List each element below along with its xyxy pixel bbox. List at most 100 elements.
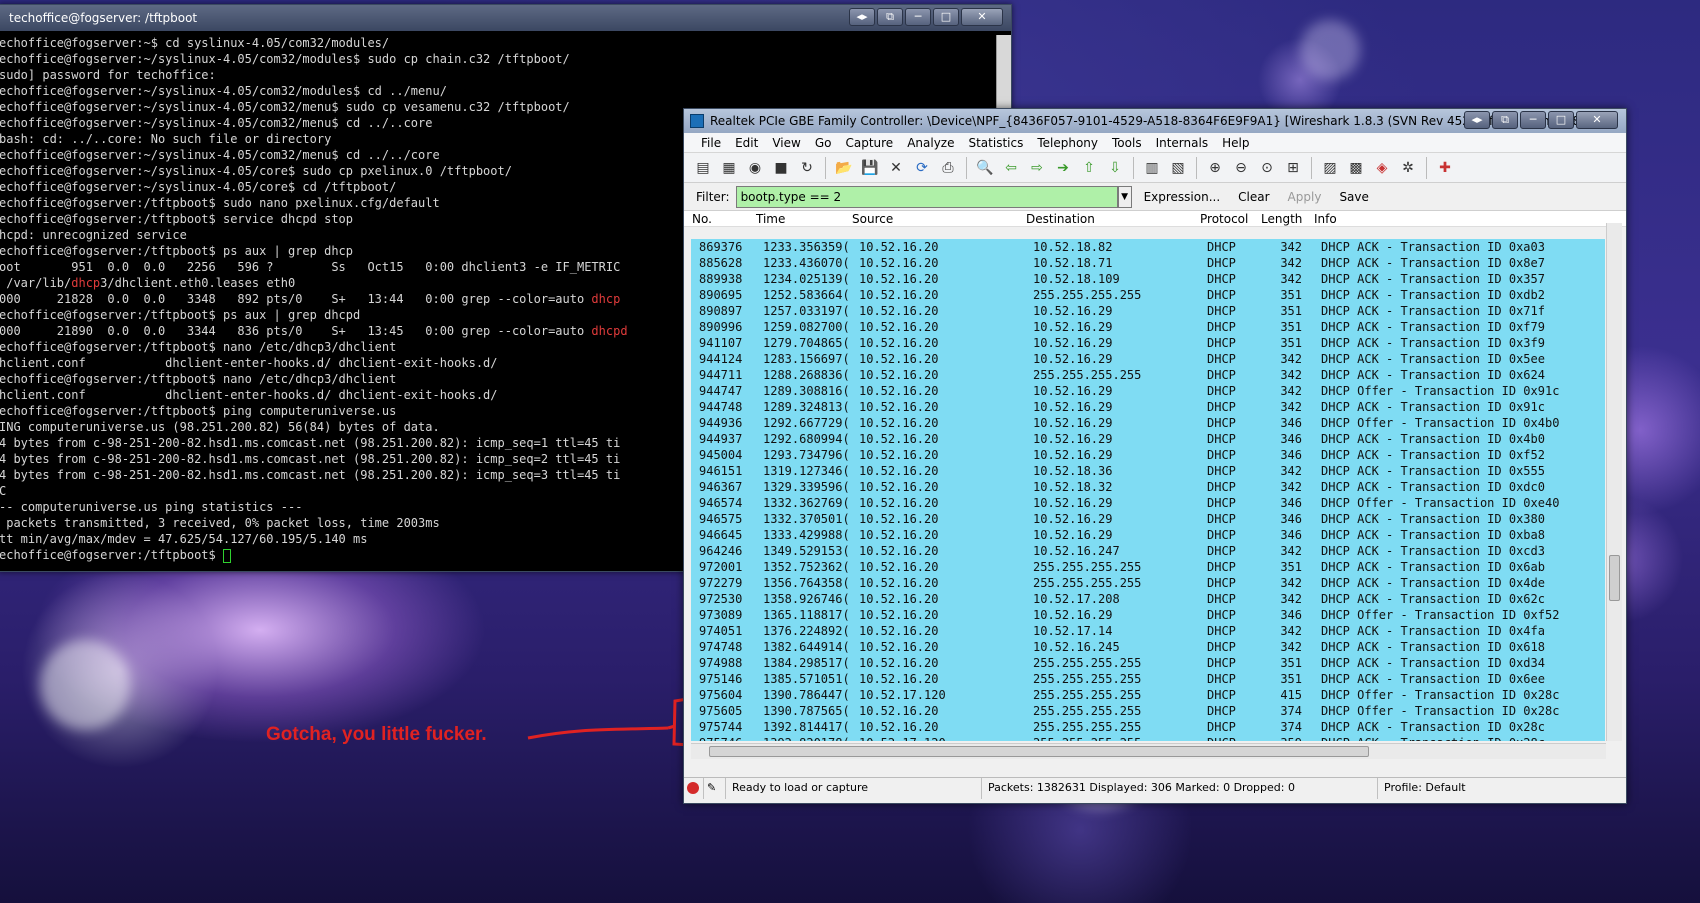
save-filter-button[interactable]: Save [1333,190,1374,204]
packet-row[interactable]: 946575 1332.370501(10.52.16.20 10.52.16.29… [691,511,1605,527]
wireshark-window[interactable]: Realtek PCIe GBE Family Controller: \Dev… [683,108,1627,804]
zoom-out-icon[interactable]: ⊖ [1230,157,1252,179]
column-protocol[interactable]: Protocol [1200,211,1248,227]
expression-button[interactable]: Expression... [1138,190,1227,204]
menu-internals[interactable]: Internals [1149,133,1216,152]
menu-analyze[interactable]: Analyze [900,133,961,152]
go-last-icon[interactable]: ⇩ [1104,157,1126,179]
packet-list-hscrollbar[interactable] [691,743,1606,759]
packet-row[interactable]: 944711 1288.268836(10.52.16.20 255.255.255… [691,367,1605,383]
wireshark-titlebar[interactable]: Realtek PCIe GBE Family Controller: \Dev… [684,109,1626,133]
packet-row[interactable]: 890897 1257.033197(10.52.16.20 10.52.16.29… [691,303,1605,319]
stop-capture-icon[interactable]: ■ [770,157,792,179]
packet-row[interactable]: 946151 1319.127346(10.52.16.20 10.52.18.36… [691,463,1605,479]
packet-row[interactable]: 944124 1283.156697(10.52.16.20 10.52.16.29… [691,351,1605,367]
menu-go[interactable]: Go [808,133,839,152]
packet-row[interactable]: 890695 1252.583664(10.52.16.20 255.255.255… [691,287,1605,303]
filter-input[interactable]: bootp.type == 2 [735,185,1118,208]
help-icon[interactable]: ✚ [1434,157,1456,179]
menu-tools[interactable]: Tools [1105,133,1149,152]
packet-row[interactable]: 946645 1333.429988(10.52.16.20 10.52.16.29… [691,527,1605,543]
wireshark-close-button[interactable]: ✕ [1576,111,1618,129]
packet-row[interactable]: 974051 1376.224892(10.52.16.20 10.52.17.14… [691,623,1605,639]
reload-icon[interactable]: ⟳ [911,157,933,179]
resize-columns-icon[interactable]: ⊞ [1282,157,1304,179]
column-source[interactable]: Source [852,211,893,227]
wireshark-nav-icon[interactable]: ◂▸ [1464,111,1490,129]
packet-row[interactable]: 975604 1390.786447(10.52.17.120 255.255.25… [691,687,1605,703]
menu-help[interactable]: Help [1215,133,1256,152]
open-file-icon[interactable]: 📂 [833,157,855,179]
capture-comment-icon[interactable]: ✎ [704,778,726,799]
packet-row[interactable]: 944937 1292.680994(10.52.16.20 10.52.16.29… [691,431,1605,447]
packet-row[interactable]: 946574 1332.362769(10.52.16.20 10.52.16.29… [691,495,1605,511]
packet-row[interactable]: 975146 1385.571051(10.52.16.20 255.255.255… [691,671,1605,687]
go-back-icon[interactable]: ⇦ [1000,157,1022,179]
packet-row[interactable]: 944936 1292.667729(10.52.16.20 10.52.16.29… [691,415,1605,431]
save-file-icon[interactable]: 💾 [859,157,881,179]
packet-row[interactable]: 972279 1356.764358(10.52.16.20 255.255.255… [691,575,1605,591]
column-length[interactable]: Length [1261,211,1302,227]
status-profile[interactable]: Profile: Default [1378,778,1624,799]
zoom-normal-icon[interactable]: ⊙ [1256,157,1278,179]
packet-row[interactable]: 972530 1358.926746(10.52.16.20 10.52.17.20… [691,591,1605,607]
hscroll-thumb[interactable] [709,746,1369,757]
start-capture-icon[interactable]: ◉ [744,157,766,179]
packet-no: 974748 [699,640,743,654]
zoom-in-icon[interactable]: ⊕ [1204,157,1226,179]
menu-capture[interactable]: Capture [838,133,900,152]
packet-source: 10.52.16.20 [859,352,939,366]
column-time[interactable]: Time [756,211,785,227]
packet-row[interactable]: 944747 1289.308816(10.52.16.20 10.52.16.29… [691,383,1605,399]
packet-row[interactable]: 975744 1392.814417(10.52.16.20 255.255.255… [691,719,1605,735]
wireshark-maximize-button[interactable]: □ [1548,111,1574,129]
coloring-rules-icon[interactable]: ◈ [1371,157,1393,179]
packet-row[interactable]: 975746 1392.820178(10.52.17.120 255.255.25… [691,735,1605,741]
packet-row[interactable]: 964246 1349.529153(10.52.16.20 10.52.16.24… [691,543,1605,559]
packet-row[interactable]: 889938 1234.025139(10.52.16.20 10.52.18.10… [691,271,1605,287]
apply-button[interactable]: Apply [1282,190,1328,204]
vscroll-thumb[interactable] [1609,555,1620,601]
clear-button[interactable]: Clear [1232,190,1275,204]
packet-row[interactable]: 946367 1329.339596(10.52.16.20 10.52.18.32… [691,479,1605,495]
capture-filters-icon[interactable]: ▨ [1319,157,1341,179]
options-icon[interactable]: ▦ [718,157,740,179]
packet-row[interactable]: 975605 1390.787565(10.52.16.20 255.255.255… [691,703,1605,719]
menu-edit[interactable]: Edit [728,133,765,152]
packet-list-vscrollbar[interactable] [1606,223,1622,741]
display-filters-icon[interactable]: ▩ [1345,157,1367,179]
go-forward-icon[interactable]: ⇨ [1026,157,1048,179]
close-file-icon[interactable]: ✕ [885,157,907,179]
column-info[interactable]: Info [1314,211,1337,227]
packet-row[interactable]: 974988 1384.298517(10.52.16.20 255.255.255… [691,655,1605,671]
colorize-icon[interactable]: ▥ [1141,157,1163,179]
print-icon[interactable]: ⎙ [937,157,959,179]
menu-view[interactable]: View [765,133,807,152]
packet-row[interactable]: 890996 1259.082700(10.52.16.20 10.52.16.29… [691,319,1605,335]
autoscroll-icon[interactable]: ▧ [1167,157,1189,179]
menu-statistics[interactable]: Statistics [961,133,1030,152]
wireshark-minimize-button[interactable]: ─ [1520,111,1546,129]
packet-list[interactable]: 869376 1233.356359(10.52.16.20 10.52.18.82… [691,239,1605,741]
column-no[interactable]: No. [692,211,712,227]
interfaces-icon[interactable]: ▤ [692,157,714,179]
go-first-icon[interactable]: ⇧ [1078,157,1100,179]
preferences-icon[interactable]: ✲ [1397,157,1419,179]
packet-row[interactable]: 941107 1279.704865(10.52.16.20 10.52.16.29… [691,335,1605,351]
menu-telephony[interactable]: Telephony [1030,133,1105,152]
packet-row[interactable]: 972001 1352.752362(10.52.16.20 255.255.255… [691,559,1605,575]
packet-row[interactable]: 974748 1382.644914(10.52.16.20 10.52.16.24… [691,639,1605,655]
filter-dropdown-icon[interactable]: ▼ [1117,185,1132,208]
wireshark-restore-icon[interactable]: ⧉ [1492,111,1518,129]
packet-row[interactable]: 973089 1365.118817(10.52.16.20 10.52.16.29… [691,607,1605,623]
menu-file[interactable]: File [694,133,728,152]
go-to-packet-icon[interactable]: ➔ [1052,157,1074,179]
column-destination[interactable]: Destination [1026,211,1095,227]
packet-row[interactable]: 885628 1233.436070(10.52.16.20 10.52.18.71… [691,255,1605,271]
restart-capture-icon[interactable]: ↻ [796,157,818,179]
packet-row[interactable]: 944748 1289.324813(10.52.16.20 10.52.16.29… [691,399,1605,415]
packet-row[interactable]: 945004 1293.734796(10.52.16.20 10.52.16.29… [691,447,1605,463]
expert-info-icon[interactable] [684,778,704,799]
find-icon[interactable]: 🔍 [974,157,996,179]
packet-row[interactable]: 869376 1233.356359(10.52.16.20 10.52.18.82… [691,239,1605,255]
